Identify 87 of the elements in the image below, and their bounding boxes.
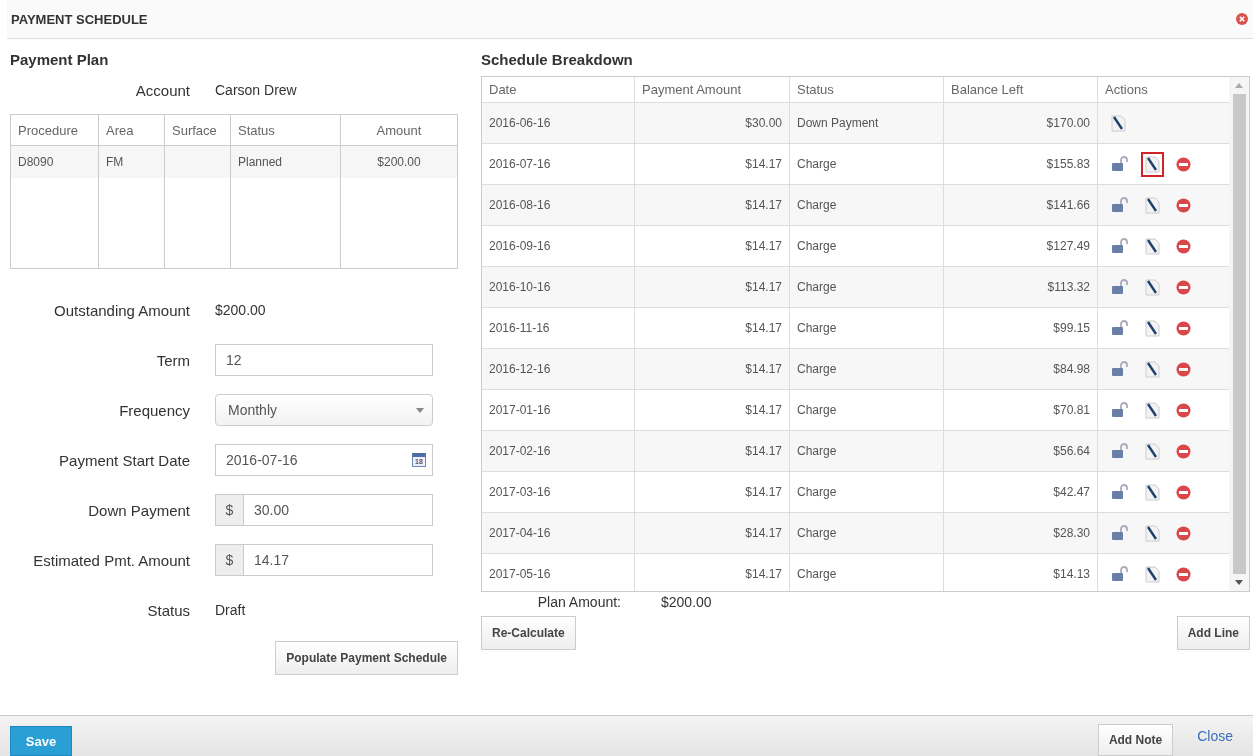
populate-button[interactable]: Populate Payment Schedule (275, 641, 458, 675)
column-header: Status (790, 77, 944, 102)
column-header: Payment Amount (635, 77, 790, 102)
add-note-button[interactable]: Add Note (1097, 724, 1174, 756)
table-cell: 2016-12-16 (482, 349, 635, 389)
plan-amount-value: $200.00 (661, 594, 712, 610)
plan-amount-label: Plan Amount: (536, 594, 622, 610)
input-field[interactable]: $ 14.17 (215, 544, 433, 576)
table-cell: $127.49 (944, 226, 1098, 266)
column-header: Balance Left (944, 77, 1098, 102)
input-field[interactable]: $ 30.00 (215, 494, 433, 526)
table-cell: $170.00 (944, 103, 1098, 143)
column-header: Area (99, 115, 165, 145)
table-cell: Charge (790, 308, 944, 348)
dropdown[interactable]: Monthly (215, 394, 433, 426)
input-field[interactable]: 12 (215, 344, 433, 376)
table-cell: Charge (790, 431, 944, 471)
column-header: Status (231, 115, 341, 145)
table-cell: $14.17 (635, 472, 790, 512)
column-header: Actions (1104, 81, 1149, 99)
table-cell: $14.17 (635, 513, 790, 553)
section-heading: Schedule Breakdown (481, 51, 634, 68)
table-cell: $14.17 (635, 144, 790, 184)
field-value: Draft (215, 602, 246, 618)
table-cell: 2016-11-16 (482, 308, 635, 348)
table-cell: $113.32 (944, 267, 1098, 307)
table-cell: $14.17 (635, 349, 790, 389)
recalculate-button[interactable]: Re-Calculate (481, 616, 576, 650)
column-header: Procedure (11, 115, 99, 145)
table-cell: Charge (790, 554, 944, 591)
section-heading: Payment Plan (10, 51, 110, 68)
table-cell: D8090 (11, 146, 99, 178)
table-cell: $14.17 (635, 390, 790, 430)
table-cell: 2017-04-16 (482, 513, 635, 553)
table-cell: $99.15 (944, 308, 1098, 348)
table-cell: $155.83 (944, 144, 1098, 184)
table-cell: Charge (790, 144, 944, 184)
table-cell: $14.17 (635, 431, 790, 471)
table-cell: Charge (790, 513, 944, 553)
table-cell: Charge (790, 390, 944, 430)
table-cell: $56.64 (944, 431, 1098, 471)
table-cell: $14.17 (635, 308, 790, 348)
table-cell: 2017-01-16 (482, 390, 635, 430)
table-cell: $14.13 (944, 554, 1098, 591)
field-label: Down Payment (87, 501, 191, 519)
table-cell: 2016-10-16 (482, 267, 635, 307)
field-label: Estimated Pmt. Amount (32, 551, 191, 569)
table-cell: $28.30 (944, 513, 1098, 553)
close-link[interactable]: Close (1197, 728, 1233, 752)
table-cell: $30.00 (635, 103, 790, 143)
table-cell: Charge (790, 226, 944, 266)
table-cell: 2017-02-16 (482, 431, 635, 471)
table-cell-text: $200.00 (376, 154, 422, 171)
field-label: Account (134, 81, 191, 99)
table-cell: Charge (790, 185, 944, 225)
column-header: Date (482, 77, 635, 102)
table-cell: $14.17 (635, 226, 790, 266)
table-cell: 2016-06-16 (482, 103, 635, 143)
field-label: Payment Start Date (58, 451, 191, 469)
field-value: Carson Drew (215, 82, 297, 98)
table-cell: Planned (231, 146, 341, 178)
table-cell: $70.81 (944, 390, 1098, 430)
table-cell: 2016-08-16 (482, 185, 635, 225)
field-label: Outstanding Amount (53, 301, 191, 319)
table-cell: Charge (790, 267, 944, 307)
add-line-button[interactable]: Add Line (1176, 616, 1250, 650)
table-cell: $14.17 (635, 267, 790, 307)
column-header: Amount (375, 121, 423, 140)
table-cell: 2016-09-16 (482, 226, 635, 266)
dialog-title: PAYMENT SCHEDULE (11, 11, 148, 27)
table-cell: $84.98 (944, 349, 1098, 389)
table-cell: $14.17 (635, 185, 790, 225)
column-header: Surface (165, 115, 231, 145)
table-cell: 2017-05-16 (482, 554, 635, 591)
table-cell: $141.66 (944, 185, 1098, 225)
table-cell: Down Payment (790, 103, 944, 143)
field-label: Frequency (118, 401, 191, 419)
field-label: Term (155, 351, 191, 369)
table-cell: 2017-03-16 (482, 472, 635, 512)
table-cell: $42.47 (944, 472, 1098, 512)
field-value: $200.00 (215, 302, 266, 318)
table-cell: FM (99, 146, 165, 178)
field-label: Status (146, 601, 191, 619)
table-cell: Charge (790, 349, 944, 389)
table-cell: $14.17 (635, 554, 790, 591)
table-cell: Charge (790, 472, 944, 512)
table-cell: 2016-07-16 (482, 144, 635, 184)
